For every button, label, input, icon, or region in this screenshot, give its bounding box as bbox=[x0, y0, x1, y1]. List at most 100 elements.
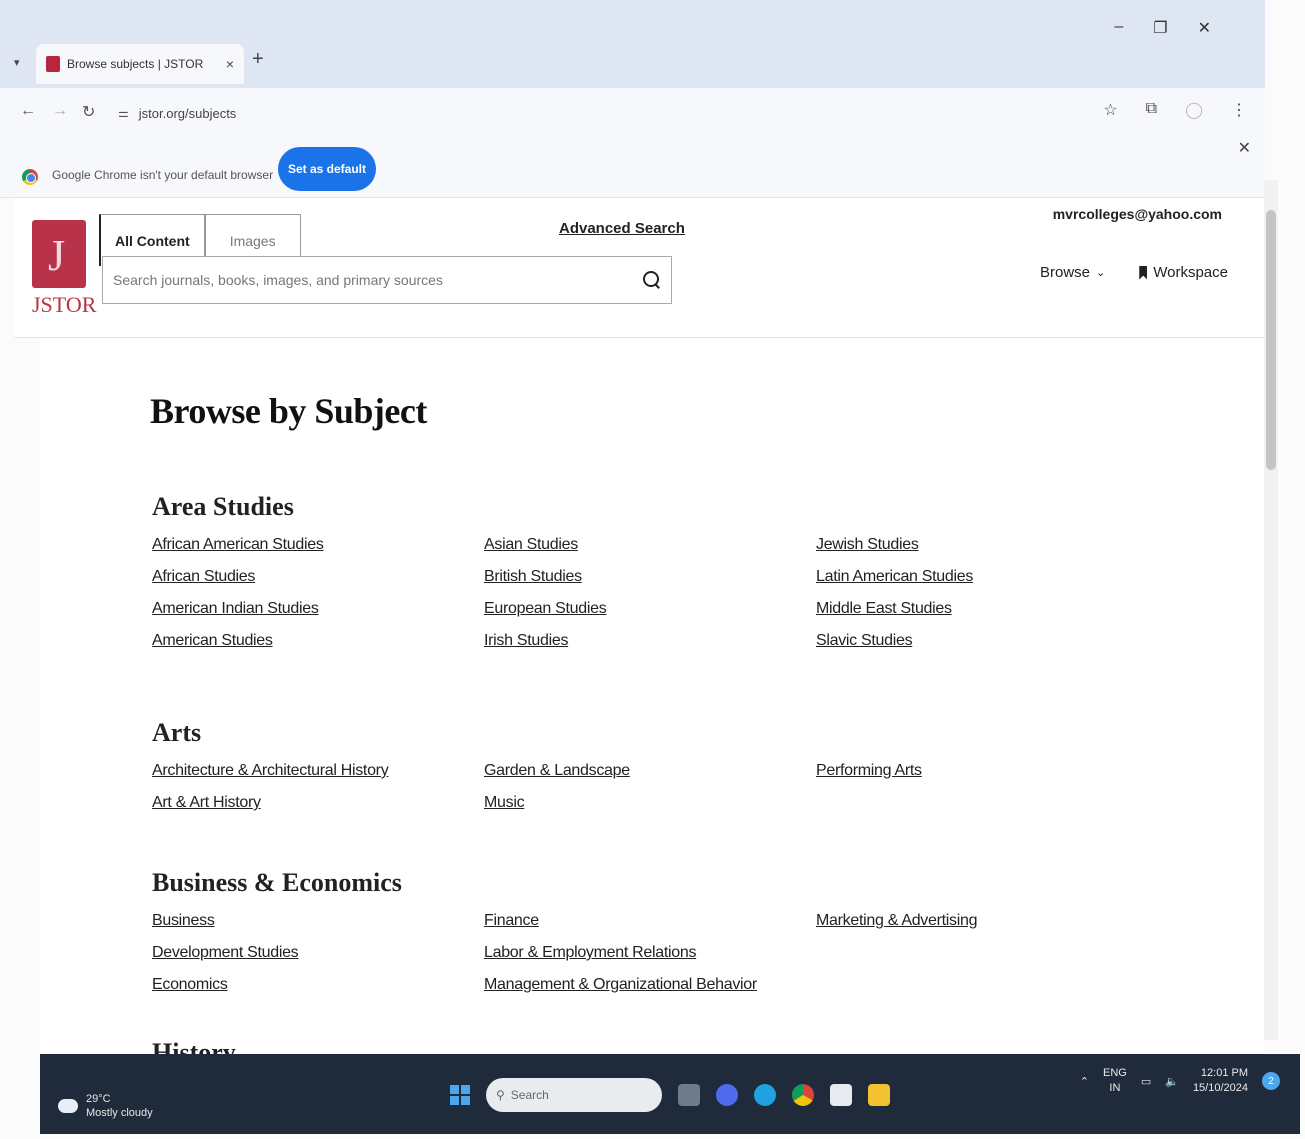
search-icon[interactable] bbox=[643, 271, 661, 289]
jstor-logo[interactable]: JSTOR bbox=[32, 220, 96, 318]
jstor-favicon-icon bbox=[46, 56, 60, 72]
subject-link[interactable]: Management & Organizational Behavior bbox=[484, 976, 816, 994]
subject-link[interactable]: African American Studies bbox=[152, 536, 484, 554]
weather-widget[interactable]: 29°C Mostly cloudy bbox=[58, 1092, 153, 1120]
window-close-icon[interactable]: ✕ bbox=[1198, 18, 1211, 38]
task-view-icon[interactable] bbox=[678, 1084, 700, 1106]
site-header: JSTOR All Content Images Advanced Search… bbox=[14, 198, 1264, 338]
subject-link[interactable]: Asian Studies bbox=[484, 536, 816, 554]
subject-link[interactable]: American Studies bbox=[152, 632, 484, 650]
site-info-icon[interactable]: ⚌ bbox=[118, 106, 129, 120]
subject-link[interactable]: European Studies bbox=[484, 600, 816, 618]
taskbar-search[interactable]: ⚲ Search bbox=[486, 1078, 662, 1112]
restore-icon[interactable]: ❐ bbox=[1153, 18, 1167, 38]
main-content: Browse by Subject Area Studies African A… bbox=[40, 338, 1264, 1054]
page-scrollbar[interactable] bbox=[1264, 180, 1278, 1040]
reload-icon[interactable]: ↻ bbox=[82, 102, 95, 122]
bookmark-icon bbox=[1139, 265, 1148, 280]
subject-link[interactable]: Middle East Studies bbox=[816, 600, 1148, 618]
chrome-logo-icon bbox=[22, 169, 38, 185]
time: 12:01 PM bbox=[1200, 1067, 1248, 1079]
section-title: Arts bbox=[152, 718, 202, 747]
section-title: Business & Economics bbox=[152, 868, 402, 897]
weather-condition: Mostly cloudy bbox=[86, 1107, 153, 1119]
subject-link[interactable]: British Studies bbox=[484, 568, 816, 586]
edge-icon[interactable] bbox=[754, 1084, 776, 1106]
user-account[interactable]: mvrcolleges@yahoo.com bbox=[1053, 206, 1222, 222]
browser-toolbar: ← → ↻ ⚌ jstor.org/subjects ☆ ⧉ ◯ ⋮ bbox=[0, 88, 1265, 138]
subject-link[interactable]: Labor & Employment Relations bbox=[484, 944, 816, 962]
infobar-message: Google Chrome isn't your default browser bbox=[52, 168, 274, 182]
subject-link[interactable]: Irish Studies bbox=[484, 632, 816, 650]
subject-link[interactable]: Latin American Studies bbox=[816, 568, 1148, 586]
subject-link[interactable]: Garden & Landscape bbox=[484, 762, 816, 780]
notification-badge[interactable]: 2 bbox=[1262, 1072, 1280, 1090]
tab-search-icon[interactable]: ▾ bbox=[14, 56, 20, 69]
subject-link[interactable]: African Studies bbox=[152, 568, 484, 586]
subject-link[interactable]: Business bbox=[152, 912, 484, 930]
network-icon[interactable]: ▭ bbox=[1141, 1075, 1151, 1088]
cloud-icon bbox=[58, 1099, 78, 1113]
subject-link[interactable]: Architecture & Architectural History bbox=[152, 762, 484, 780]
date: 15/10/2024 bbox=[1192, 1082, 1248, 1094]
clock[interactable]: 12:01 PM 15/10/2024 bbox=[1193, 1066, 1248, 1096]
forward-icon[interactable]: → bbox=[52, 102, 68, 120]
lang-top: ENG bbox=[1102, 1067, 1127, 1079]
workspace-label: Workspace bbox=[1153, 264, 1228, 281]
subject-link[interactable]: Development Studies bbox=[152, 944, 484, 962]
advanced-search-link[interactable]: Advanced Search bbox=[559, 220, 685, 237]
subject-link[interactable]: Art & Art History bbox=[152, 794, 484, 812]
jstor-logo-mark bbox=[32, 220, 86, 288]
chrome-menu-icon[interactable]: ⋮ bbox=[1231, 100, 1247, 120]
taskbar-apps: ⚲ Search bbox=[450, 1078, 890, 1112]
workspace-link[interactable]: Workspace bbox=[1139, 264, 1228, 281]
subject-link[interactable]: Marketing & Advertising bbox=[816, 912, 1148, 930]
scrollbar-thumb[interactable] bbox=[1266, 210, 1276, 470]
volume-icon[interactable]: 🔈 bbox=[1165, 1075, 1179, 1088]
default-browser-infobar: Google Chrome isn't your default browser… bbox=[0, 138, 1265, 198]
subject-link[interactable]: Slavic Studies bbox=[816, 632, 1148, 650]
back-icon[interactable]: ← bbox=[20, 102, 36, 120]
section-title: Area Studies bbox=[152, 492, 294, 521]
section-arts: Arts Architecture & Architectural Histor… bbox=[152, 718, 1152, 812]
subject-link[interactable]: Music bbox=[484, 794, 816, 812]
tab-title: Browse subjects | JSTOR bbox=[67, 57, 204, 71]
language-indicator[interactable]: ENG IN bbox=[1103, 1066, 1127, 1096]
store-icon[interactable] bbox=[830, 1084, 852, 1106]
profile-icon[interactable]: ◯ bbox=[1185, 100, 1203, 120]
tab-close-icon[interactable]: × bbox=[226, 56, 234, 72]
browse-label: Browse bbox=[1039, 264, 1091, 281]
infobar-close-icon[interactable]: ✕ bbox=[1238, 138, 1251, 158]
browse-menu[interactable]: Browse ⌄ bbox=[1040, 264, 1105, 281]
temperature: 29°C bbox=[86, 1093, 111, 1105]
subject-link[interactable]: Performing Arts bbox=[816, 762, 1148, 780]
lang-bottom: IN bbox=[1109, 1082, 1121, 1094]
set-as-default-button[interactable]: Set as default bbox=[278, 147, 376, 191]
toolbar-actions: ☆ ⧉ ◯ ⋮ bbox=[1103, 100, 1247, 120]
subject-link[interactable]: Jewish Studies bbox=[816, 536, 1148, 554]
new-tab-icon[interactable]: + bbox=[252, 48, 264, 71]
browser-tab[interactable]: Browse subjects | JSTOR × bbox=[36, 44, 244, 84]
meet-icon[interactable] bbox=[716, 1084, 738, 1106]
browser-tab-strip: ▾ Browse subjects | JSTOR × + – ❐ ✕ bbox=[0, 0, 1265, 88]
section-title: History bbox=[152, 1038, 236, 1054]
taskbar-search-placeholder: Search bbox=[510, 1088, 549, 1102]
search-icon: ⚲ bbox=[496, 1088, 505, 1102]
section-history: History bbox=[152, 1038, 1152, 1054]
windows-start-icon[interactable] bbox=[450, 1085, 470, 1105]
window-controls: – ❐ ✕ bbox=[1114, 18, 1211, 38]
subject-link[interactable]: Economics bbox=[152, 976, 484, 994]
bookmark-star-icon[interactable]: ☆ bbox=[1103, 100, 1117, 120]
subject-link[interactable]: Finance bbox=[484, 912, 816, 930]
chevron-up-icon[interactable]: ⌃ bbox=[1080, 1075, 1089, 1088]
chevron-down-icon: ⌄ bbox=[1096, 267, 1106, 279]
file-explorer-icon[interactable] bbox=[868, 1084, 890, 1106]
header-nav: Browse ⌄ Workspace bbox=[1040, 264, 1228, 281]
extensions-icon[interactable]: ⧉ bbox=[1146, 100, 1157, 120]
minimize-icon[interactable]: – bbox=[1114, 18, 1123, 38]
section-business-economics: Business & Economics Business Developmen… bbox=[152, 868, 1152, 994]
chrome-icon[interactable] bbox=[792, 1084, 814, 1106]
subject-link[interactable]: American Indian Studies bbox=[152, 600, 484, 618]
search-input[interactable] bbox=[113, 272, 643, 288]
address-bar[interactable]: ⚌ jstor.org/subjects bbox=[108, 98, 1098, 128]
